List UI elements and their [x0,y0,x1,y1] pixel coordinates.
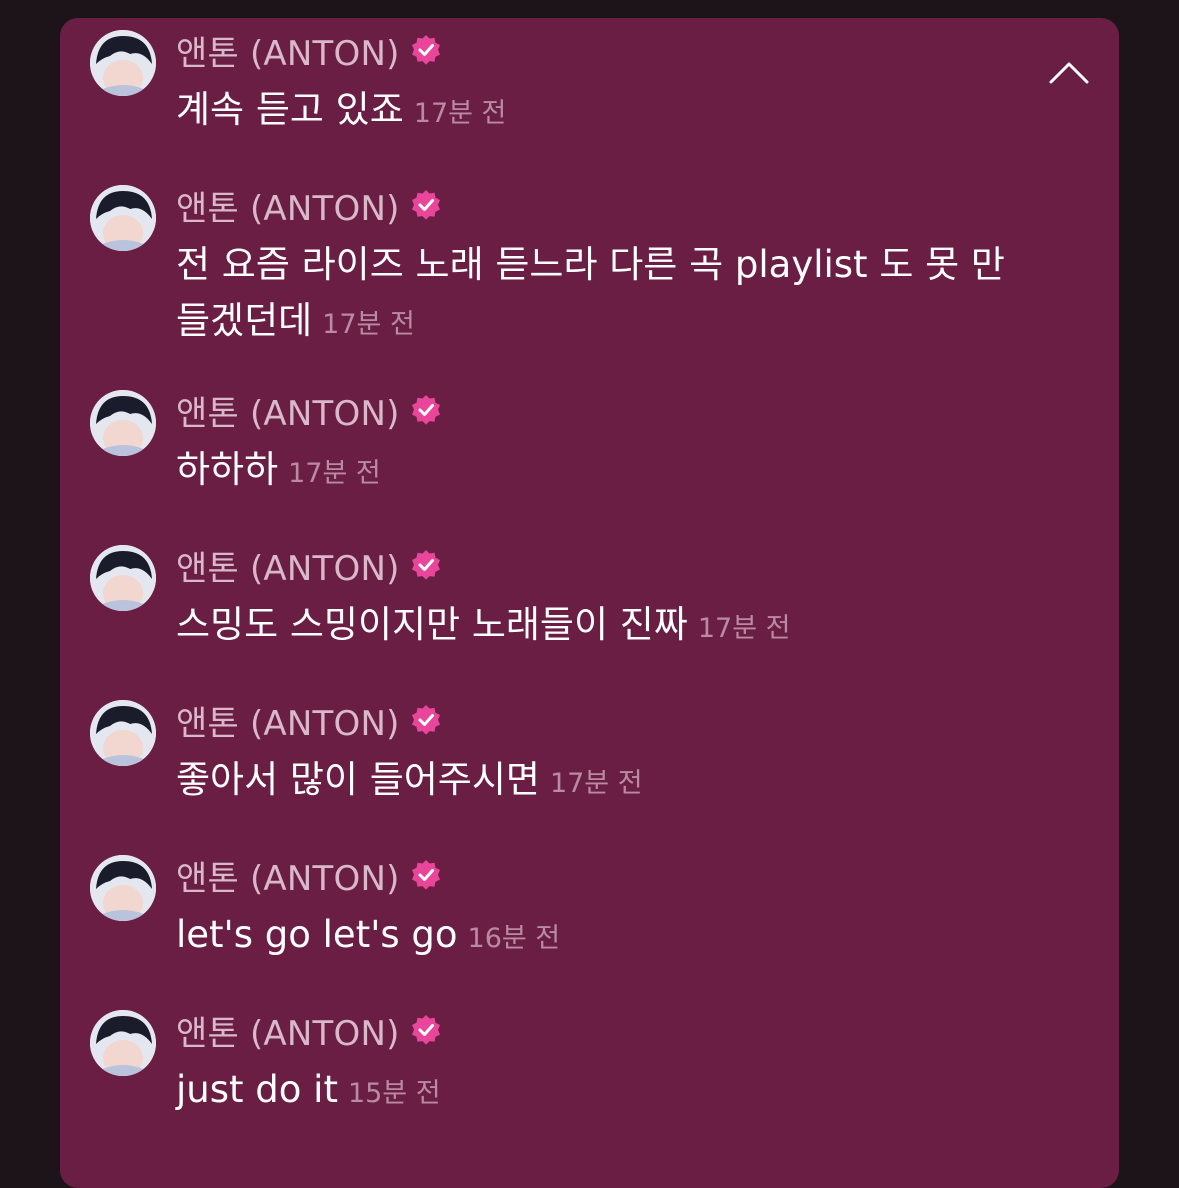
verified-badge-icon [411,190,440,220]
verified-badge-icon [411,550,440,580]
message-text: 스밍도 스밍이지만 노래들이 진짜 [176,603,688,646]
message-time: 17분 전 [322,309,415,340]
message-body: let's go let's go 16분 전 [176,907,1036,967]
message-body: 스밍도 스밍이지만 노래들이 진짜 17분 전 [176,597,1036,657]
message-time: 17분 전 [413,98,507,129]
message-text: 좋아서 많이 들어주시면 [176,758,540,801]
author-name[interactable]: 앤톤 (ANTON) [176,386,400,435]
message-body: 좋아서 많이 들어주시면 17분 전 [176,752,1036,812]
message-text: just do it [176,1068,338,1111]
message-body: 계속 듣고 있죠 17분 전 [176,82,1036,142]
verified-badge-icon [411,395,440,425]
message-time: 16분 전 [467,923,561,954]
message-body: just do it 15분 전 [176,1062,1036,1122]
verified-badge-icon [411,1015,440,1045]
author-name[interactable]: 앤톤 (ANTON) [176,1006,400,1055]
message-time: 17분 전 [697,613,791,644]
avatar[interactable] [90,545,156,611]
avatar[interactable] [90,30,156,96]
verified-badge-icon [411,860,440,890]
message-time: 15분 전 [347,1078,441,1109]
author-name[interactable]: 앤톤 (ANTON) [176,541,400,590]
avatar[interactable] [90,1010,156,1076]
author-name[interactable]: 앤톤 (ANTON) [176,26,400,75]
avatar[interactable] [90,390,156,456]
message-text: 전 요즘 라이즈 노래 듣느라 다른 곡 playlist 도 못 만들겠던데 [176,243,1005,342]
message-text: 하하하 [176,448,279,491]
message-body: 전 요즘 라이즈 노래 듣느라 다른 곡 playlist 도 못 만들겠던데 1… [176,237,1006,353]
chat-panel: 앤톤 (ANTON) 계속 듣고 있죠 17분 전 앤톤 (ANTON) 전 요… [60,18,1119,1188]
verified-badge-icon [411,35,440,65]
avatar[interactable] [90,185,156,251]
message-time: 17분 전 [288,458,381,489]
avatar[interactable] [90,700,156,766]
author-name[interactable]: 앤톤 (ANTON) [176,696,400,745]
collapse-button[interactable] [1047,54,1091,90]
message-text: 계속 듣고 있죠 [176,88,404,131]
author-name[interactable]: 앤톤 (ANTON) [176,181,400,230]
message-body: 하하하 17분 전 [176,442,1036,502]
message-time: 17분 전 [549,768,643,799]
chevron-up-icon [1049,62,1089,84]
author-name[interactable]: 앤톤 (ANTON) [176,851,400,900]
verified-badge-icon [411,705,440,735]
avatar[interactable] [90,855,156,921]
message-text: let's go let's go [176,913,458,956]
